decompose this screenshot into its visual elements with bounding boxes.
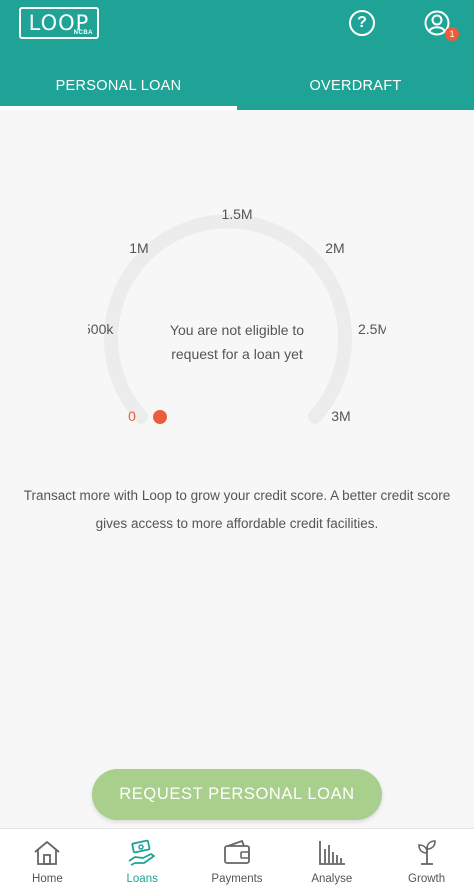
loop-logo: LOOP NCBA — [19, 7, 99, 39]
credit-info-text: Transact more with Loop to grow your cre… — [23, 488, 451, 531]
nav-analyse[interactable]: Analyse — [284, 829, 379, 890]
request-personal-loan-button[interactable]: REQUEST PERSONAL LOAN — [92, 769, 382, 820]
bottom-navigation: Home Loans Payments Analyse Growth — [0, 828, 474, 890]
nav-growth[interactable]: Growth — [379, 829, 474, 890]
label-clip-left — [70, 316, 88, 340]
top-app-bar: LOOP NCBA ? 1 PERSONAL LOAN OVERDRAFT — [0, 0, 474, 110]
eligibility-message: You are not eligible to request for a lo… — [169, 322, 305, 362]
plant-icon — [417, 840, 436, 865]
nav-label-payments: Payments — [211, 873, 263, 885]
gauge-label-1-5m: 1.5M — [221, 206, 252, 222]
bar-chart-icon — [318, 841, 345, 865]
nav-label-loans: Loans — [126, 873, 158, 885]
wallet-icon — [224, 839, 250, 864]
nav-label-home: Home — [32, 873, 63, 885]
gauge-label-0: 0 — [128, 408, 136, 424]
nav-payments[interactable]: Payments — [190, 829, 285, 890]
gauge-marker — [153, 410, 167, 424]
label-clip-right — [386, 316, 406, 340]
nav-loans[interactable]: Loans — [95, 829, 190, 890]
nav-label-analyse: Analyse — [311, 873, 353, 885]
tab-overdraft[interactable]: OVERDRAFT — [237, 62, 474, 110]
tab-personal-loan[interactable]: PERSONAL LOAN — [0, 62, 237, 110]
logo-sub: NCBA — [73, 30, 93, 36]
gauge-label-3m: 3M — [331, 408, 350, 424]
gauge-label-2-5m: 2.5M — [358, 321, 389, 337]
question-circle-icon[interactable]: ? — [349, 10, 375, 36]
notification-badge: 1 — [445, 27, 459, 41]
active-tab-indicator — [0, 106, 237, 110]
nav-home[interactable]: Home — [0, 829, 95, 890]
gauge-label-1m: 1M — [129, 240, 148, 256]
home-icon — [34, 841, 60, 865]
gauge-label-2m: 2M — [325, 240, 344, 256]
nav-label-growth: Growth — [408, 873, 446, 885]
loans-icon — [128, 839, 156, 866]
